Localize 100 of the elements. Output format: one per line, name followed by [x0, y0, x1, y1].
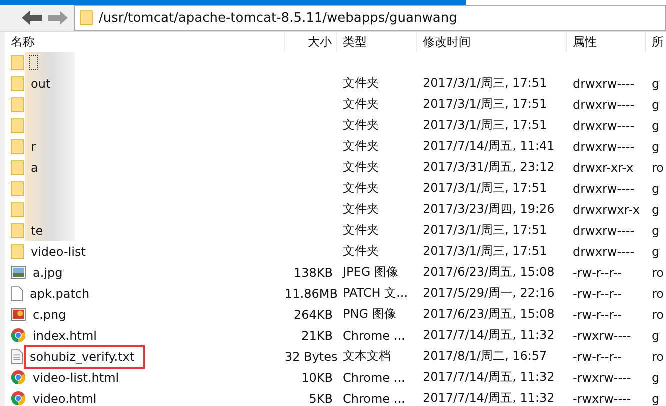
file-name[interactable]: te — [29, 222, 46, 238]
file-row[interactable]: sohubiz_verify.txt 32 Bytes 文本文档 2017/8/1/周二, 16:57 -rw-r--r-- ro — [0, 346, 666, 367]
file-name[interactable]: out — [29, 76, 53, 92]
folder-icon — [11, 138, 24, 154]
file-row[interactable]: te 文件夹 2017/3/1/周三, 17:51 drwxrw---- g — [0, 220, 666, 241]
file-type: PNG 图像 — [343, 307, 396, 321]
modified-time: 2017/3/1/周三, 17:51 — [423, 118, 548, 132]
modified-time: 2017/3/1/周三, 17:51 — [423, 244, 548, 258]
owner: g — [652, 182, 660, 196]
modified-time: 2017/3/1/周三, 17:51 — [423, 181, 548, 195]
file-row[interactable]: video-list.html 10KB Chrome ... 2017/7/14/周五, 11:32 -rwxrw---- g — [0, 367, 666, 388]
permissions: drwxrw---- — [573, 182, 635, 196]
file-name[interactable]: r — [29, 138, 38, 154]
file-type: 文件夹 — [343, 160, 379, 174]
file-name[interactable]: apk.patch — [28, 286, 92, 302]
owner: g — [652, 118, 660, 132]
modified-time: 2017/3/1/周三, 17:51 — [423, 223, 548, 237]
folder-icon — [11, 244, 24, 260]
permissions: drwxrw---- — [573, 224, 635, 238]
permissions: drwxr-xr-x — [573, 160, 634, 174]
file-type: 文件夹 — [343, 139, 379, 153]
image-file-icon — [11, 266, 26, 279]
column-header[interactable]: 修改时间 — [417, 32, 567, 52]
file-size: 21KB — [302, 328, 333, 342]
modified-time: 2017/8/1/周二, 16:57 — [423, 349, 548, 363]
modified-time: 2017/7/14/周五, 11:32 — [423, 391, 555, 405]
owner: ro — [652, 350, 664, 364]
file-size: 10KB — [302, 370, 333, 384]
file-row[interactable]: a.jpg 138KB JPEG 图像 2017/6/23/周五, 15:08 -rw-r--r-- ro — [0, 262, 666, 283]
owner: ro — [652, 286, 664, 300]
owner: g — [652, 76, 660, 90]
file-name[interactable]: c.png — [31, 306, 68, 322]
folder-icon — [11, 180, 24, 196]
folder-icon — [80, 10, 93, 26]
permissions: -rw-r--r-- — [573, 308, 622, 322]
permissions: drwxrw---- — [573, 76, 635, 90]
column-header[interactable]: 大小 — [285, 32, 337, 52]
permissions: -rw-r--r-- — [573, 350, 622, 364]
modified-time: 2017/3/23/周四, 19:26 — [423, 202, 555, 216]
file-row[interactable]: video-list 文件夹 2017/3/1/周三, 17:51 drwxrw---- g — [0, 241, 666, 262]
owner: g — [652, 392, 660, 406]
file-name[interactable]: index.html — [31, 328, 99, 344]
permissions: -rw-r--r-- — [573, 266, 622, 280]
modified-time: 2017/3/1/周三, 17:51 — [423, 76, 548, 90]
folder-icon — [11, 160, 24, 176]
permissions: drwxrw---- — [573, 98, 635, 112]
permissions: drwxrw---- — [573, 140, 635, 154]
owner: g — [652, 202, 660, 216]
file-type: 文件夹 — [343, 202, 379, 216]
owner: g — [652, 328, 660, 342]
file-type: PATCH 文... — [343, 286, 408, 300]
file-type: JPEG 图像 — [343, 265, 398, 279]
file-row[interactable]: apk.patch 11.86MB PATCH 文... 2017/5/29/周一, 22:16 -rw-r--r-- ro — [0, 283, 666, 304]
owner: g — [652, 98, 660, 112]
file-type: 文件夹 — [343, 181, 379, 195]
column-header[interactable]: 类型 — [337, 32, 417, 52]
permissions: drwxrwxr-x — [573, 202, 640, 216]
column-header[interactable]: 属性 — [567, 32, 646, 52]
file-type: 文件夹 — [343, 244, 379, 258]
permissions: drwxrw---- — [573, 244, 635, 258]
file-size: 11.86MB — [285, 286, 338, 300]
owner: g — [652, 140, 660, 154]
permissions: -rw-r--r-- — [573, 286, 622, 300]
permissions: -rwxrw---- — [573, 328, 632, 342]
forward-icon[interactable] — [48, 11, 68, 25]
file-icon — [11, 286, 23, 302]
file-name[interactable]: video-list.html — [31, 370, 122, 386]
file-type: Chrome ... — [343, 328, 406, 342]
back-icon[interactable] — [22, 11, 42, 25]
file-name[interactable]: video-list — [29, 244, 88, 260]
folder-icon — [11, 118, 24, 134]
file-row[interactable]: video.html 5KB Chrome ... 2017/7/14/周五, 11:32 -rwxrw---- g — [0, 388, 666, 406]
file-name[interactable]: a — [29, 160, 40, 176]
file-type: 文件夹 — [343, 97, 379, 111]
file-type: Chrome ... — [343, 370, 406, 384]
text-file-icon — [11, 348, 23, 364]
modified-time: 2017/7/14/周五, 11:41 — [423, 139, 555, 153]
column-header[interactable]: 所 — [646, 32, 666, 52]
owner: ro — [652, 160, 664, 174]
modified-time: 2017/6/23/周五, 15:08 — [423, 265, 555, 279]
file-row[interactable]: index.html 21KB Chrome ... 2017/7/14/周五, 11:32 -rwxrw---- g — [0, 325, 666, 346]
folder-icon — [11, 54, 24, 70]
file-name[interactable]: video.html — [31, 390, 99, 406]
file-size: 264KB — [294, 308, 333, 322]
file-row[interactable]: c.png 264KB PNG 图像 2017/6/23/周五, 15:08 -rw-r--r-- ro — [0, 304, 666, 325]
owner: g — [652, 370, 660, 384]
folder-icon — [11, 202, 24, 218]
owner: ro — [652, 308, 664, 322]
file-type: 文件夹 — [343, 76, 379, 90]
file-size: 32 Bytes — [285, 350, 338, 364]
file-type: 文件夹 — [343, 223, 379, 237]
address-field[interactable]: /usr/tomcat/apache-tomcat-8.5.11/webapps/guanwang — [74, 5, 666, 31]
permissions: -rwxrw---- — [573, 392, 632, 406]
browser-icon — [11, 370, 26, 385]
modified-time: 2017/3/1/周三, 17:51 — [423, 97, 548, 111]
file-name[interactable]: a.jpg — [31, 264, 65, 280]
browser-icon — [11, 328, 26, 343]
file-size: 5KB — [309, 392, 333, 406]
modified-time: 2017/6/23/周五, 15:08 — [423, 307, 555, 321]
folder-icon — [11, 76, 24, 92]
